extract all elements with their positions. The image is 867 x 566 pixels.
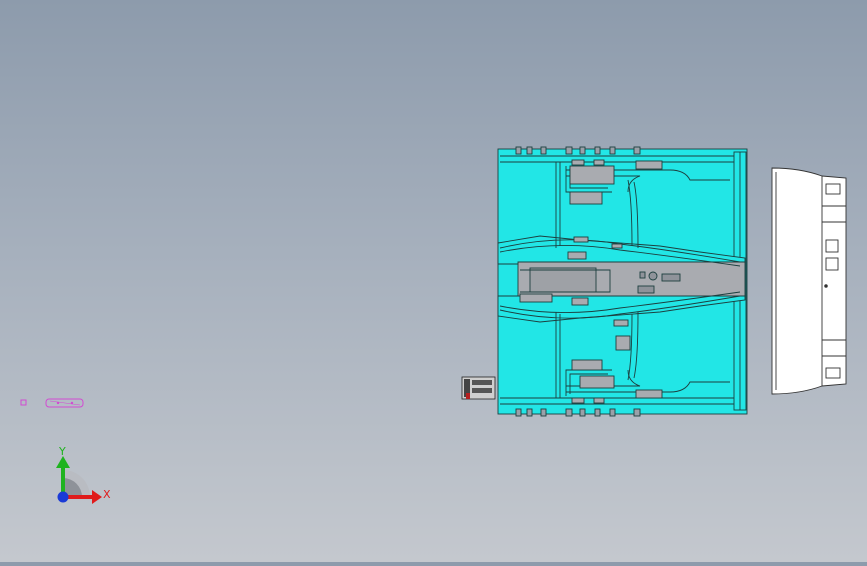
side-plate-part[interactable] <box>771 167 847 395</box>
axis-triad: Y X <box>56 445 111 504</box>
z-axis-origin <box>57 491 69 503</box>
small-square-part[interactable] <box>20 399 27 406</box>
y-axis-label: Y <box>58 445 66 458</box>
graphics-viewport[interactable]: Y X <box>0 0 867 562</box>
mold-body[interactable] <box>497 146 748 417</box>
x-axis-label: X <box>103 488 111 501</box>
small-component-part[interactable] <box>461 376 496 400</box>
small-part-group[interactable] <box>20 398 84 408</box>
x-axis-arrow <box>92 490 102 504</box>
